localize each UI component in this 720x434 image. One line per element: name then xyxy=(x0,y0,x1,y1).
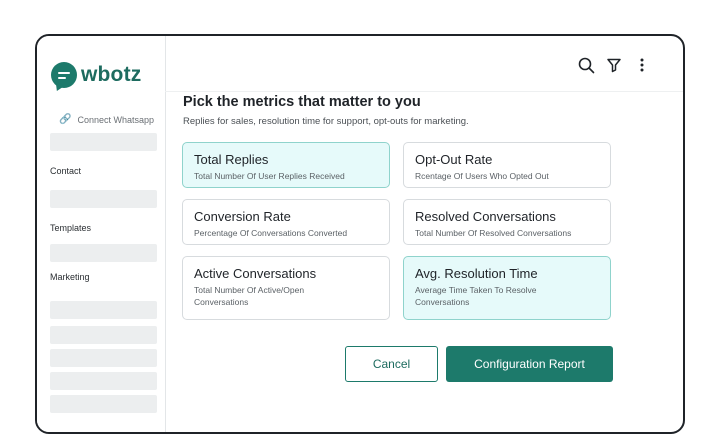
app-window: wbotz 🔗 Connect Whatsapp Contact Templat… xyxy=(35,34,685,434)
sidebar-item-marketing[interactable]: Marketing xyxy=(50,272,90,282)
metric-card-opt-out-rate[interactable]: Opt-Out Rate Rcentage Of Users Who Opted… xyxy=(403,142,611,188)
connect-whatsapp-label: Connect Whatsapp xyxy=(77,114,154,125)
search-icon[interactable] xyxy=(577,56,595,74)
sidebar-placeholder xyxy=(50,133,157,151)
configuration-report-button[interactable]: Configuration Report xyxy=(446,346,613,382)
sidebar-placeholder xyxy=(50,372,157,390)
metric-description: Average Time Taken To Resolve Conversati… xyxy=(415,285,537,307)
chat-logo-icon xyxy=(51,62,77,88)
metric-description: Total Number Of User Replies Received xyxy=(194,171,345,181)
page-title: Pick the metrics that matter to you xyxy=(183,94,421,110)
metric-description: Total Number Of Active/Open Conversation… xyxy=(194,285,305,307)
metric-title: Total Replies xyxy=(194,152,269,167)
main-content: Pick the metrics that matter to you Repl… xyxy=(165,36,683,432)
brand-logo[interactable]: wbotz xyxy=(51,60,141,90)
metric-card-avg-resolution-time[interactable]: Avg. Resolution Time Average Time Taken … xyxy=(403,256,611,320)
cancel-button[interactable]: Cancel xyxy=(345,346,438,382)
sidebar-placeholder xyxy=(50,326,157,344)
sidebar-placeholder xyxy=(50,349,157,367)
sidebar-placeholder xyxy=(50,301,157,319)
metric-title: Conversion Rate xyxy=(194,209,291,224)
sidebar-placeholder xyxy=(50,244,157,262)
header-toolbar xyxy=(577,56,651,74)
metric-title: Avg. Resolution Time xyxy=(415,266,538,281)
metric-card-total-replies[interactable]: Total Replies Total Number Of User Repli… xyxy=(182,142,390,188)
metric-card-resolved-conversations[interactable]: Resolved Conversations Total Number Of R… xyxy=(403,199,611,245)
link-icon: 🔗 xyxy=(59,114,72,125)
connect-whatsapp-link[interactable]: 🔗 Connect Whatsapp xyxy=(59,114,154,125)
metric-card-active-conversations[interactable]: Active Conversations Total Number Of Act… xyxy=(182,256,390,320)
brand-name: wbotz xyxy=(81,63,142,86)
sidebar: wbotz 🔗 Connect Whatsapp Contact Templat… xyxy=(37,36,166,432)
sidebar-item-contact[interactable]: Contact xyxy=(50,166,81,176)
metric-description: Rcentage Of Users Who Opted Out xyxy=(415,171,549,181)
header-divider xyxy=(165,91,683,92)
metric-title: Resolved Conversations xyxy=(415,209,556,224)
metric-title: Active Conversations xyxy=(194,266,317,281)
sidebar-placeholder xyxy=(50,395,157,413)
more-vertical-icon[interactable] xyxy=(633,56,651,74)
metric-description: Total Number Of Resolved Conversations xyxy=(415,228,572,238)
sidebar-placeholder xyxy=(50,190,157,208)
metric-title: Opt-Out Rate xyxy=(415,152,493,167)
metric-description: Percentage Of Conversations Converted xyxy=(194,228,348,238)
sidebar-item-templates[interactable]: Templates xyxy=(50,223,91,233)
filter-icon[interactable] xyxy=(605,56,623,74)
metric-card-conversion-rate[interactable]: Conversion Rate Percentage Of Conversati… xyxy=(182,199,390,245)
page-subtitle: Replies for sales, resolution time for s… xyxy=(183,116,469,127)
